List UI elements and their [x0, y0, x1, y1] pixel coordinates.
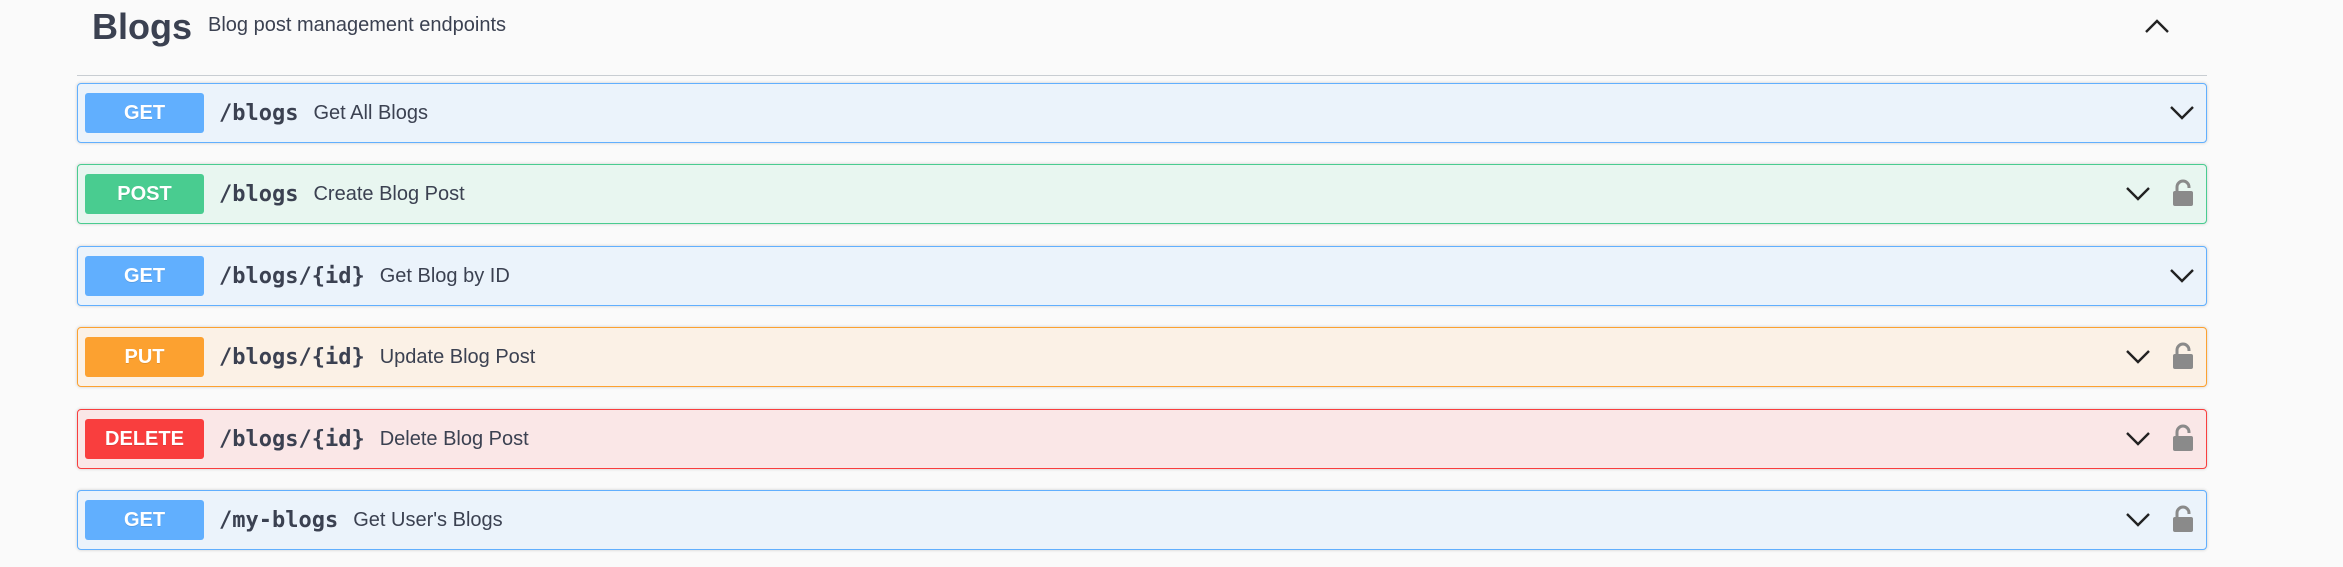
tag-header[interactable]: Blogs Blog post management endpoints	[77, 0, 2207, 76]
method-badge: POST	[85, 174, 204, 214]
tag-description: Blog post management endpoints	[208, 14, 506, 36]
operation-path: /blogs	[219, 100, 299, 126]
chevron-down-icon[interactable]	[2167, 261, 2197, 291]
operation-path: /my-blogs	[219, 507, 339, 533]
lock-icon[interactable]	[2170, 177, 2196, 209]
operation-post-blogs[interactable]: POST /blogs Create Blog Post	[77, 164, 2207, 224]
operation-summary: Get Blog by ID	[379, 264, 510, 287]
method-badge: GET	[85, 93, 204, 133]
method-badge: DELETE	[85, 419, 204, 459]
method-badge: GET	[85, 500, 204, 540]
tag-title: Blogs	[92, 5, 193, 47]
operation-delete-blog[interactable]: DELETE /blogs/{id} Delete Blog Post	[77, 409, 2207, 469]
chevron-down-icon[interactable]	[2123, 179, 2153, 209]
operation-path: /blogs/{id}	[219, 344, 365, 370]
operation-get-blog-by-id[interactable]: GET /blogs/{id} Get Blog by ID	[77, 246, 2207, 306]
lock-icon[interactable]	[2170, 422, 2196, 454]
operation-put-blog[interactable]: PUT /blogs/{id} Update Blog Post	[77, 327, 2207, 387]
operation-path: /blogs/{id}	[219, 263, 365, 289]
chevron-down-icon[interactable]	[2123, 505, 2153, 535]
operation-get-blogs[interactable]: GET /blogs Get All Blogs	[77, 83, 2207, 143]
operation-path: /blogs	[219, 181, 299, 207]
lock-icon[interactable]	[2170, 503, 2196, 535]
operation-summary: Delete Blog Post	[379, 427, 529, 450]
lock-icon[interactable]	[2170, 340, 2196, 372]
operation-get-my-blogs[interactable]: GET /my-blogs Get User's Blogs	[77, 490, 2207, 550]
operation-path: /blogs/{id}	[219, 426, 365, 452]
method-badge: PUT	[85, 337, 204, 377]
operation-summary: Create Blog Post	[313, 182, 465, 205]
chevron-up-icon[interactable]	[2137, 8, 2177, 44]
method-badge: GET	[85, 256, 204, 296]
chevron-down-icon[interactable]	[2123, 424, 2153, 454]
operation-summary: Get All Blogs	[313, 101, 428, 124]
chevron-down-icon[interactable]	[2123, 342, 2153, 372]
operation-summary: Get User's Blogs	[353, 508, 503, 531]
blogs-section: Blogs Blog post management endpoints GET…	[77, 0, 2207, 550]
chevron-down-icon[interactable]	[2167, 98, 2197, 128]
operation-summary: Update Blog Post	[379, 345, 536, 368]
